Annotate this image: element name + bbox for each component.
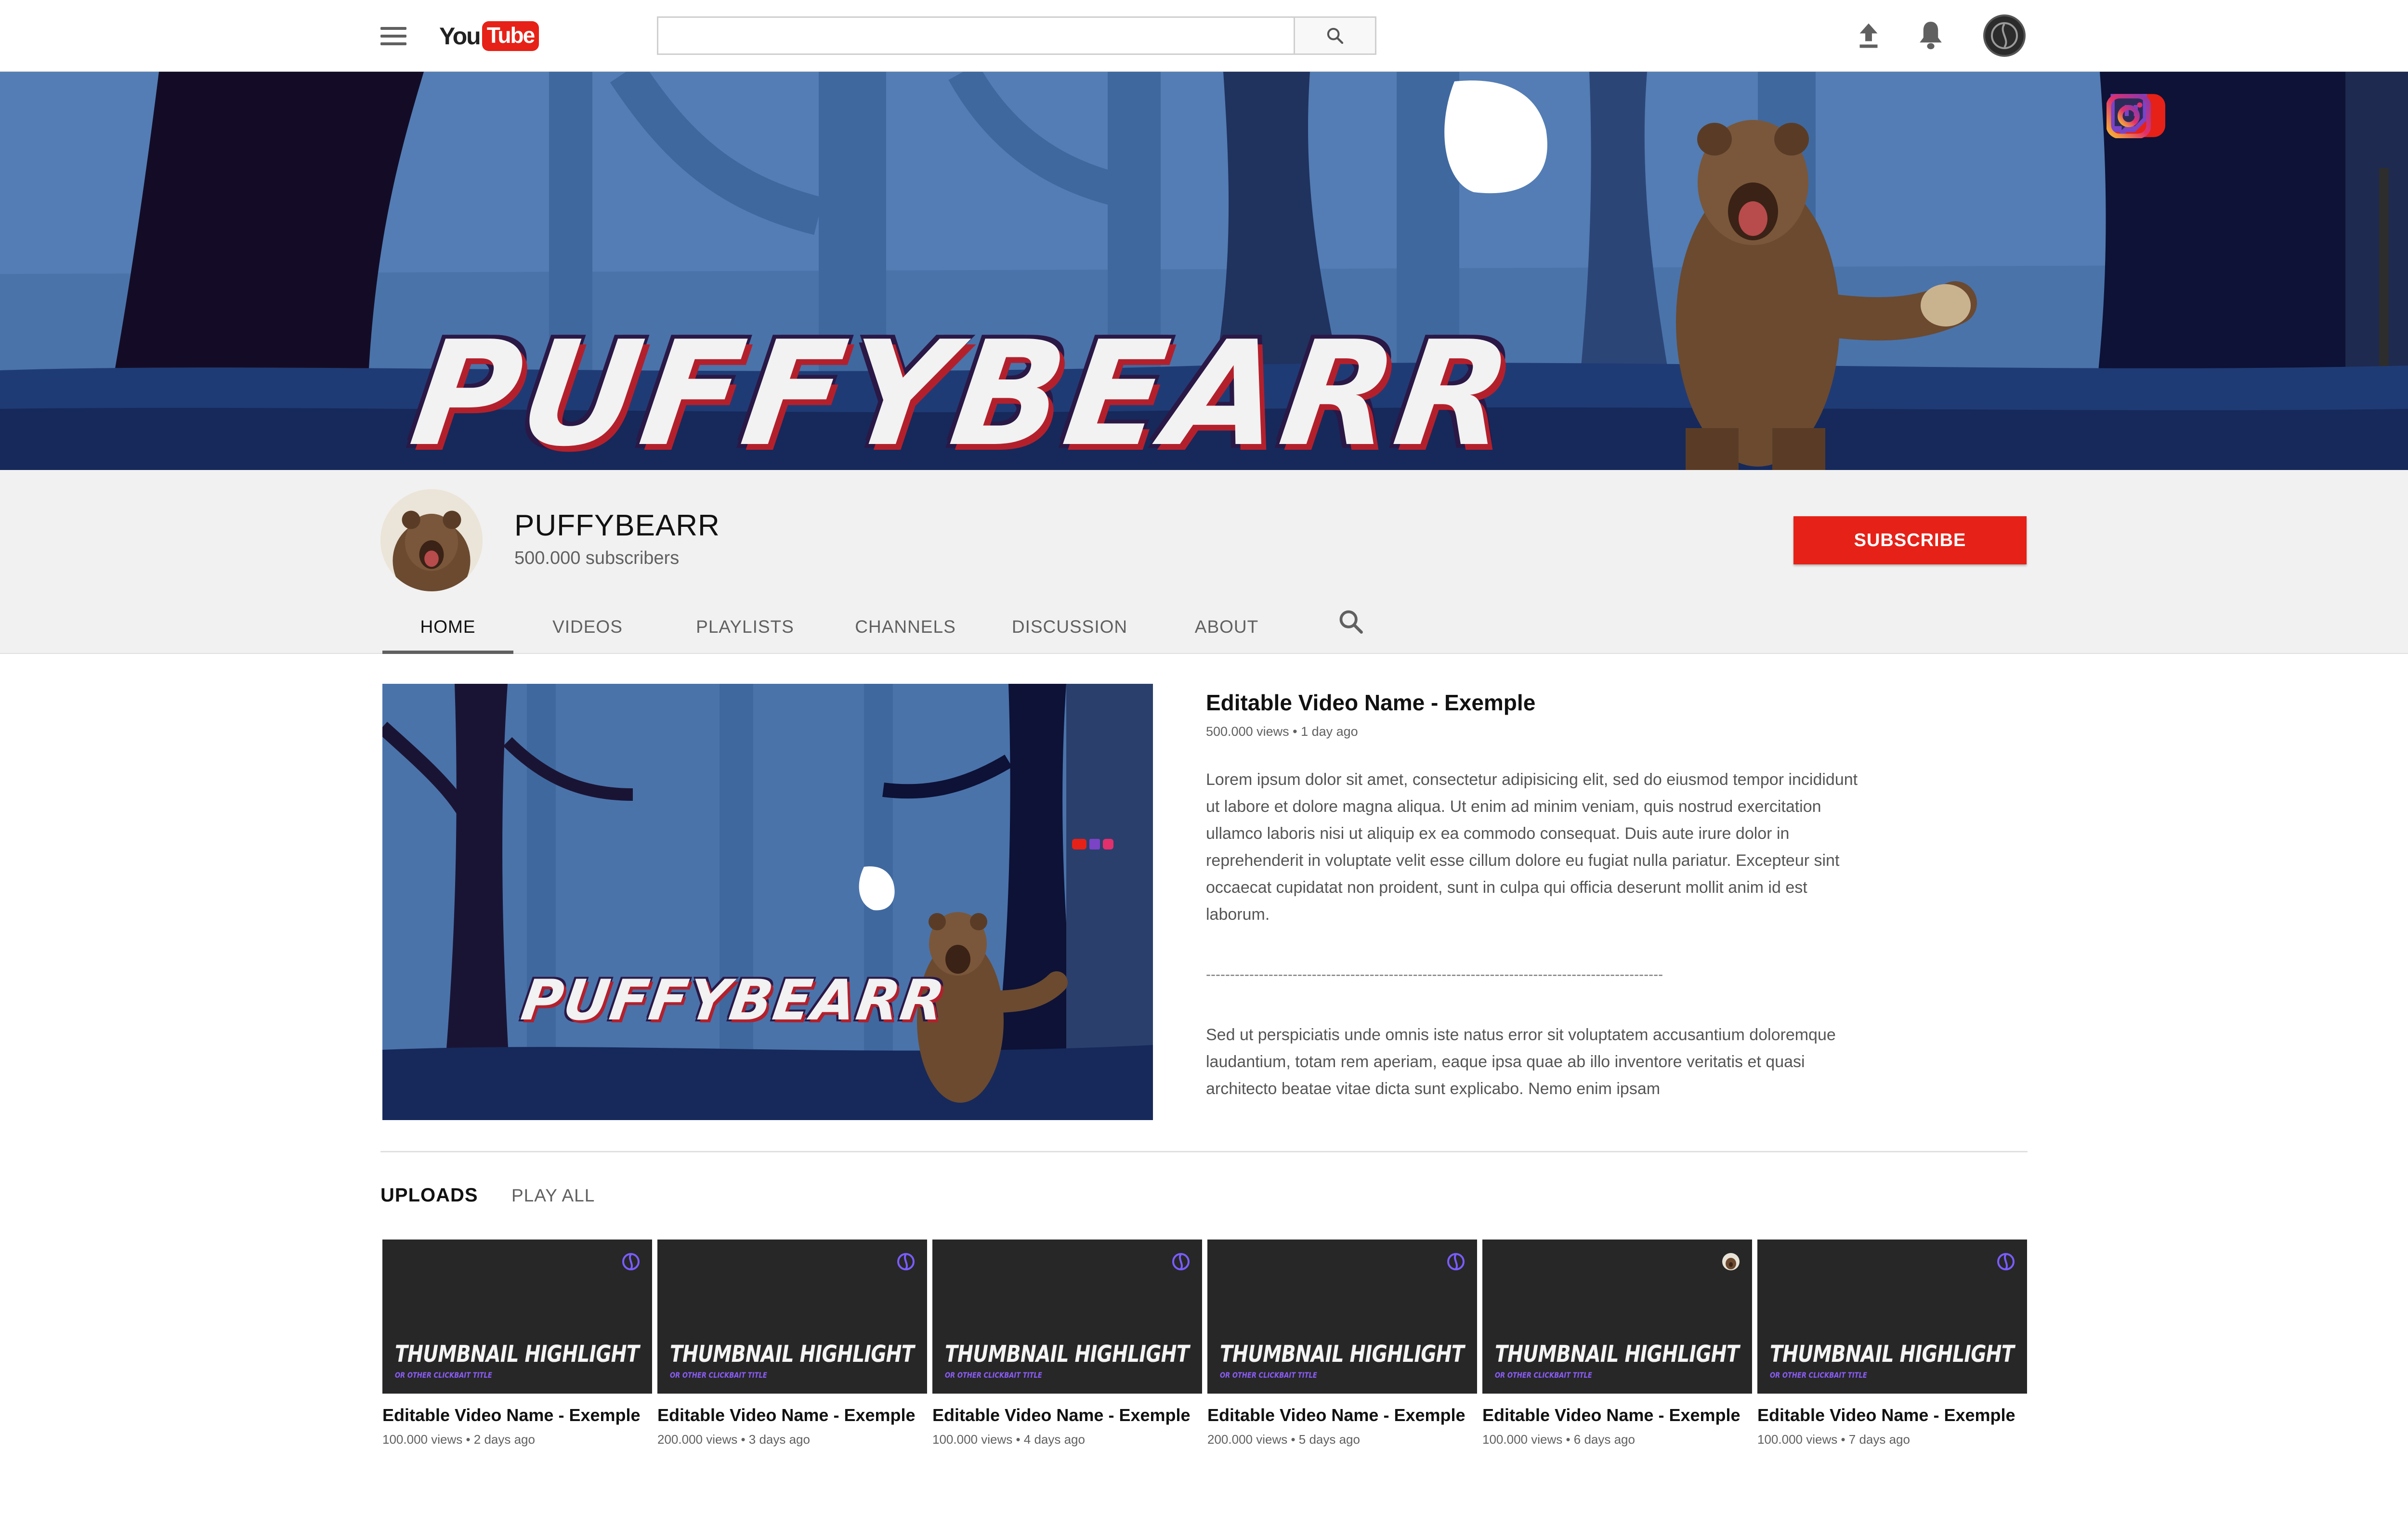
thumbnail-headline: THUMBNAIL HIGHLIGHT [395,1341,640,1368]
video-meta: 100.000 views • 6 days ago [1482,1432,1635,1447]
thumbnail-subline: OR OTHER CLICKBAIT TITLE [1220,1370,1317,1380]
thumbnail-headline: THUMBNAIL HIGHLIGHT [1770,1341,2015,1368]
tab-discussion[interactable]: DISCUSSION [982,600,1157,654]
video-title[interactable]: Editable Video Name - Exemple [932,1405,1202,1425]
section-divider [380,1151,2028,1152]
search-button[interactable] [1294,16,1376,55]
video-thumbnail[interactable]: THUMBNAIL HIGHLIGHT OR OTHER CLICKBAIT T… [657,1240,927,1394]
video-thumbnail[interactable]: THUMBNAIL HIGHLIGHT OR OTHER CLICKBAIT T… [1482,1240,1752,1394]
channel-avatar[interactable] [380,489,483,591]
video-title[interactable]: Editable Video Name - Exemple [382,1405,652,1425]
subscriber-count: 500.000 subscribers [514,548,680,568]
channel-badge-icon [897,1253,915,1270]
search-input[interactable] [657,16,1294,55]
search-icon [1327,27,1344,44]
bear-avatar-image [380,489,483,591]
thumbnail-subline: OR OTHER CLICKBAIT TITLE [1495,1370,1592,1380]
channel-name: PUFFYBEARR [514,509,720,542]
video-thumbnail[interactable]: THUMBNAIL HIGHLIGHT OR OTHER CLICKBAIT T… [932,1240,1202,1394]
banner-channel-title: PUFFYBEARR [402,310,1523,470]
video-meta: 100.000 views • 2 days ago [382,1432,535,1447]
logo-you-text: You [439,23,481,50]
featured-video-title[interactable]: Editable Video Name - Exemple [1206,690,1861,716]
notifications-bell-icon[interactable] [1916,19,1946,51]
banner-social-links [2107,94,2304,142]
thumbnail-subline: OR OTHER CLICKBAIT TITLE [395,1370,492,1380]
channel-banner: PUFFYBEARR [0,72,2408,470]
youtube-logo[interactable]: You Tube [439,20,539,52]
video-title[interactable]: Editable Video Name - Exemple [657,1405,927,1425]
play-all-link[interactable]: PLAY ALL [511,1186,595,1206]
featured-video-meta: 500.000 views • 1 day ago [1206,724,1358,739]
featured-twitch-icon [1089,839,1100,849]
search-bar [657,16,1376,55]
video-card[interactable]: THUMBNAIL HIGHLIGHT OR OTHER CLICKBAIT T… [382,1240,652,1447]
thumbnail-subline: OR OTHER CLICKBAIT TITLE [945,1370,1042,1380]
featured-description-1: Lorem ipsum dolor sit amet, consectetur … [1206,770,1858,924]
video-card[interactable]: THUMBNAIL HIGHLIGHT OR OTHER CLICKBAIT T… [932,1240,1202,1447]
account-avatar[interactable] [1983,14,2026,57]
tab-home[interactable]: HOME [382,600,513,654]
thumbnail-headline: THUMBNAIL HIGHLIGHT [945,1341,1190,1368]
tab-playlists[interactable]: PLAYLISTS [662,600,828,654]
thumbnail-subline: OR OTHER CLICKBAIT TITLE [1770,1370,1867,1380]
video-title[interactable]: Editable Video Name - Exemple [1757,1405,2027,1425]
featured-video-info: Editable Video Name - Exemple 500.000 vi… [1206,690,1861,1102]
video-title[interactable]: Editable Video Name - Exemple [1207,1405,1477,1425]
thumbnail-headline: THUMBNAIL HIGHLIGHT [670,1341,915,1368]
channel-badge-icon [1447,1253,1465,1270]
featured-forest-art [382,684,1153,1120]
video-card[interactable]: THUMBNAIL HIGHLIGHT OR OTHER CLICKBAIT T… [1207,1240,1477,1447]
tab-about[interactable]: ABOUT [1157,600,1296,654]
uploads-section-title: UPLOADS [380,1185,478,1206]
featured-youtube-icon [1072,839,1086,849]
video-thumbnail[interactable]: THUMBNAIL HIGHLIGHT OR OTHER CLICKBAIT T… [382,1240,652,1394]
thumbnail-subline: OR OTHER CLICKBAIT TITLE [670,1370,767,1380]
video-title[interactable]: Editable Video Name - Exemple [1482,1405,1752,1425]
channel-badge-icon [1172,1253,1190,1270]
menu-icon[interactable] [380,27,406,45]
tab-channels[interactable]: CHANNELS [828,600,982,654]
video-thumbnail[interactable]: THUMBNAIL HIGHLIGHT OR OTHER CLICKBAIT T… [1207,1240,1477,1394]
logo-tube-text: Tube [482,21,539,51]
video-meta: 200.000 views • 3 days ago [657,1432,810,1447]
instagram-icon [2107,94,2151,138]
featured-thumb-title: PUFFYBEARR [517,968,950,1033]
featured-description-divider: ----------------------------------------… [1206,966,1663,982]
uploads-list: THUMBNAIL HIGHLIGHT OR OTHER CLICKBAIT T… [382,1240,2027,1447]
video-meta: 200.000 views • 5 days ago [1207,1432,1360,1447]
banner-twitch-link[interactable] [2110,94,2235,142]
video-card[interactable]: THUMBNAIL HIGHLIGHT OR OTHER CLICKBAIT T… [657,1240,927,1447]
featured-video-thumbnail[interactable]: PUFFYBEARR [382,684,1153,1120]
account-logo-icon [1991,22,2018,49]
video-meta: 100.000 views • 7 days ago [1757,1432,1910,1447]
banner-instagram-link[interactable] [2107,94,2304,142]
video-meta: 100.000 views • 4 days ago [932,1432,1085,1447]
upload-icon[interactable] [1855,21,1882,50]
featured-description-2: Sed ut perspiciatis unde omnis iste natu… [1206,1026,1836,1098]
top-bar: You Tube [0,0,2408,72]
bear-avatar-badge-icon [1722,1253,1740,1270]
channel-tabs: HOME VIDEOS PLAYLISTS CHANNELS DISCUSSIO… [382,600,1296,654]
video-card[interactable]: THUMBNAIL HIGHLIGHT OR OTHER CLICKBAIT T… [1482,1240,1752,1447]
channel-badge-icon [1997,1253,2015,1270]
subscribe-button[interactable]: SUBSCRIBE [1793,516,2027,564]
channel-search-icon[interactable] [1337,608,1365,636]
tab-videos[interactable]: VIDEOS [513,600,662,654]
channel-badge-icon [622,1253,640,1270]
thumbnail-headline: THUMBNAIL HIGHLIGHT [1220,1341,1465,1368]
thumbnail-headline: THUMBNAIL HIGHLIGHT [1495,1341,1740,1368]
channel-header: PUFFYBEARR 500.000 subscribers SUBSCRIBE… [0,470,2408,654]
video-card[interactable]: THUMBNAIL HIGHLIGHT OR OTHER CLICKBAIT T… [1757,1240,2027,1447]
video-thumbnail[interactable]: THUMBNAIL HIGHLIGHT OR OTHER CLICKBAIT T… [1757,1240,2027,1394]
featured-instagram-icon [1103,839,1113,849]
